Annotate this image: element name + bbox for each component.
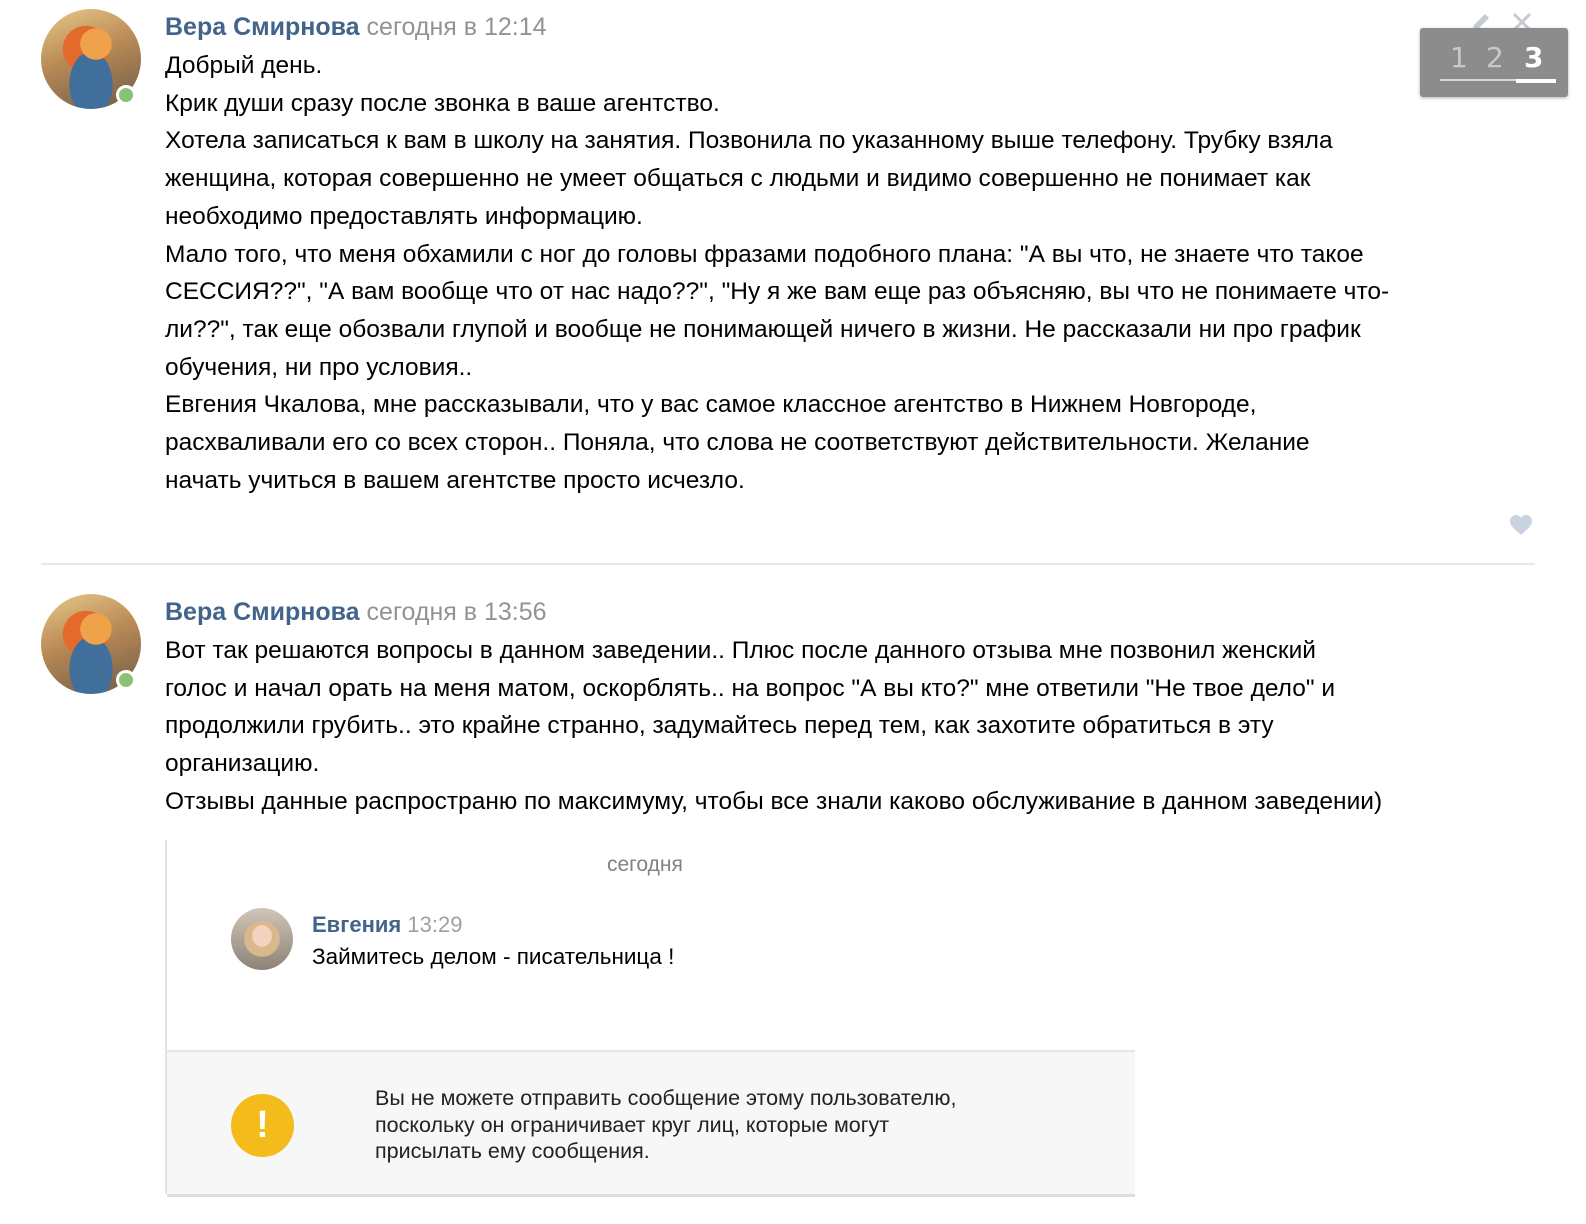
notice-line: присылать ему сообщения. — [375, 1139, 650, 1163]
text-line: Крик души сразу после звонка в ваше аген… — [165, 89, 720, 117]
online-indicator — [116, 670, 136, 690]
post-divider — [41, 563, 1535, 565]
date-separator: сегодня — [607, 853, 683, 876]
text-line: Отзывы данные распространю по максимуму,… — [165, 787, 1383, 815]
text-line: организацию. — [165, 750, 320, 778]
notice-line: поскольку он ограничивает круг лиц, кото… — [375, 1112, 890, 1137]
text-line: голос и начал орать на меня матом, оскор… — [165, 674, 1336, 702]
online-indicator — [116, 85, 136, 105]
text-line: продолжили грубить.. это крайне странно,… — [165, 712, 1274, 740]
text-line: Мало того, что меня обхамили с ног до го… — [165, 240, 1364, 268]
post-timestamp[interactable]: сегодня в 12:14 — [367, 13, 547, 41]
author-link[interactable]: Вера Смирнова — [165, 598, 360, 626]
text-line: Хотела записаться к вам в школу на занят… — [165, 127, 1333, 155]
text-line: Вот так решаются вопросы в данном заведе… — [165, 637, 1316, 664]
text-line: СЕССИЯ??", "А вам вообще что от нас надо… — [165, 278, 1390, 306]
page-2-button[interactable]: 2 — [1486, 41, 1504, 75]
message-header: Евгения 13:29 — [312, 912, 462, 938]
message-text: Займитесь делом - писательница ! — [312, 944, 675, 969]
notice-text: Вы не можете отправить сообщение этому п… — [375, 1085, 956, 1165]
post-timestamp[interactable]: сегодня в 13:56 — [367, 598, 547, 626]
sender-avatar — [231, 908, 293, 970]
text-line: необходимо предоставлять информацию. — [165, 202, 643, 230]
text-line: Добрый день. — [165, 52, 323, 79]
post-text: Вот так решаются вопросы в данном заведе… — [165, 632, 1382, 821]
text-line: расхваливали его со всех сторон.. Поняла… — [165, 429, 1310, 457]
post-header: Вера Смирнова сегодня в 13:56 — [165, 597, 547, 627]
page-3-button[interactable]: 3 — [1524, 41, 1543, 75]
page-1-button[interactable]: 1 — [1450, 41, 1468, 75]
sender-name: Евгения — [312, 912, 402, 937]
page-switcher: 1 2 3 — [1420, 28, 1568, 97]
warning-icon: ! — [231, 1094, 294, 1157]
active-page-underline — [1516, 79, 1556, 83]
text-line: ли??", так еще обозвали глупой и вообще … — [165, 315, 1361, 343]
text-line: начать учиться в вашем агентстве просто … — [165, 466, 745, 494]
post-header: Вера Смирнова сегодня в 12:14 — [165, 12, 547, 42]
message-time: 13:29 — [407, 912, 463, 937]
author-link[interactable]: Вера Смирнова — [165, 13, 360, 41]
attached-screenshot[interactable]: сегодня Евгения 13:29 Займитесь делом - … — [165, 840, 1135, 1197]
notice-line: Вы не можете отправить сообщение этому п… — [375, 1086, 957, 1110]
text-line: обучения, ни про условия.. — [165, 353, 473, 381]
like-heart-icon[interactable] — [1509, 514, 1533, 536]
text-line: женщина, которая совершенно не умеет общ… — [165, 165, 1311, 193]
post-text: Добрый день. Крик души сразу после звонк… — [165, 47, 1389, 499]
blocked-notice: ! Вы не можете отправить сообщение этому… — [167, 1050, 1135, 1197]
text-line: Евгения Чкалова, мне рассказывали, что у… — [165, 391, 1257, 419]
